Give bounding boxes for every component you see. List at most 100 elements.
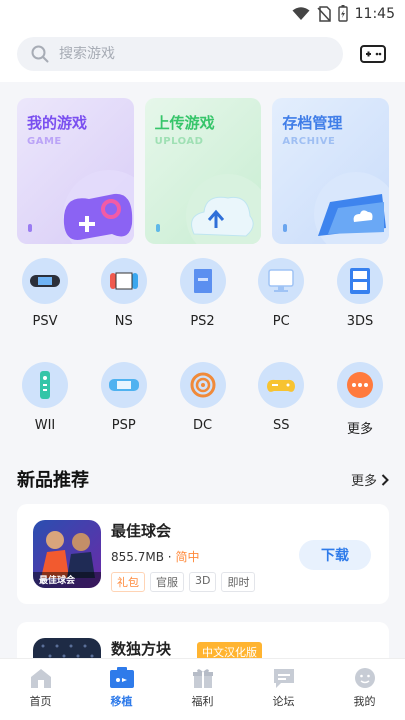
tab-port[interactable]: 移植 <box>81 659 162 720</box>
gamepad-icon[interactable] <box>359 41 387 67</box>
game-card[interactable]: 最佳球会 最佳球会 855.7MB · 简中 礼包 官服 3D 即时 下载 <box>17 504 389 604</box>
wii-remote-icon <box>22 362 68 408</box>
tab-label: 福利 <box>191 695 214 708</box>
bottom-tab-bar: 首页 移植 福利 论坛 我的 <box>0 658 405 720</box>
platform-ns[interactable]: NS <box>85 258 163 362</box>
platform-label: NS <box>114 314 133 329</box>
monitor-icon <box>258 258 305 304</box>
platform-label: 更多 <box>346 422 373 437</box>
platform-wii[interactable]: WII <box>6 362 84 466</box>
game-name: 最佳球会 <box>111 522 172 540</box>
feature-cards: 我的游戏 GAME 上传游戏 UPLOAD 存档管理 ARCHIVE <box>17 98 390 244</box>
card-subtitle: UPLOAD <box>154 136 204 147</box>
tab-benefits[interactable]: 福利 <box>162 659 243 720</box>
chevron-right-icon <box>381 473 389 486</box>
platform-label: PS2 <box>190 314 215 329</box>
game-language: 简中 <box>175 550 200 564</box>
ps2-icon <box>179 258 226 304</box>
more-icon <box>337 362 383 408</box>
platform-grid: PSV NS PS2 PC 3DS WII PSP DC SS 更多 <box>6 258 399 466</box>
card-title: 存档管理 <box>282 114 343 132</box>
switch-icon <box>100 258 147 304</box>
home-icon <box>30 669 51 688</box>
battery-icon <box>337 5 348 22</box>
top-bar <box>0 28 405 82</box>
card-dot <box>28 224 32 232</box>
new-recommend-header: 新品推荐 更多 <box>17 466 389 491</box>
platform-dc[interactable]: DC <box>164 362 242 466</box>
archive-card[interactable]: 存档管理 ARCHIVE <box>272 98 390 244</box>
status-bar: 11:45 <box>0 0 405 28</box>
platform-psp[interactable]: PSP <box>85 362 163 466</box>
profile-icon <box>354 668 375 688</box>
wifi-icon <box>292 6 310 20</box>
saturn-icon <box>258 362 305 408</box>
tag: 即时 <box>221 572 256 592</box>
platform-ss[interactable]: SS <box>242 362 320 466</box>
tab-label: 论坛 <box>272 695 295 708</box>
game-icon: 最佳球会 <box>33 520 101 588</box>
game-name: 数独方块 <box>111 640 172 658</box>
card-title: 上传游戏 <box>154 114 215 132</box>
status-time: 11:45 <box>354 5 395 22</box>
platform-label: 3DS <box>346 314 374 329</box>
gift-icon <box>192 669 213 688</box>
platform-label: PSV <box>32 314 58 329</box>
dreamcast-icon <box>179 362 226 408</box>
platform-3ds[interactable]: 3DS <box>321 258 399 362</box>
tab-home[interactable]: 首页 <box>0 659 81 720</box>
port-icon <box>109 667 134 688</box>
game-size: 855.7MB <box>111 550 164 564</box>
platform-label: PC <box>272 314 290 329</box>
upload-cloud-icon <box>186 174 262 244</box>
more-label: 更多 <box>350 474 377 489</box>
no-sim-icon <box>317 5 331 22</box>
game-tags: 礼包 官服 3D 即时 <box>111 572 256 592</box>
tab-forum[interactable]: 论坛 <box>243 659 324 720</box>
game-icon <box>33 638 101 658</box>
forum-icon <box>273 669 294 688</box>
tag: 官服 <box>150 572 184 592</box>
chinese-version-badge: 中文汉化版 <box>197 642 262 658</box>
search-box[interactable] <box>17 37 343 71</box>
platform-row: WII PSP DC SS 更多 <box>6 362 399 466</box>
meta-separator: · <box>167 550 172 564</box>
tab-label: 我的 <box>353 695 376 708</box>
main-content: 我的游戏 GAME 上传游戏 UPLOAD 存档管理 ARCHIVE PSV N… <box>0 82 405 658</box>
search-input[interactable] <box>59 46 299 62</box>
download-button[interactable]: 下载 <box>299 540 371 570</box>
psv-icon <box>22 258 68 304</box>
tag: 3D <box>189 572 217 592</box>
platform-pc[interactable]: PC <box>242 258 320 362</box>
tab-label: 首页 <box>29 695 52 708</box>
card-subtitle: ARCHIVE <box>282 136 336 147</box>
tab-label: 移植 <box>110 695 133 708</box>
section-title: 新品推荐 <box>17 470 89 491</box>
search-icon <box>31 45 49 63</box>
platform-label: PSP <box>111 418 136 433</box>
more-link[interactable]: 更多 <box>351 470 389 489</box>
psp-icon <box>100 362 147 408</box>
controller-icon <box>62 170 134 244</box>
platform-label: WII <box>34 418 56 433</box>
game-icon-label: 最佳球会 <box>39 574 76 586</box>
platform-row: PSV NS PS2 PC 3DS <box>6 258 399 362</box>
platform-psv[interactable]: PSV <box>6 258 84 362</box>
3ds-icon <box>337 258 383 304</box>
platform-ps2[interactable]: PS2 <box>164 258 242 362</box>
status-icons: 11:45 <box>292 5 395 22</box>
card-subtitle: GAME <box>27 136 62 147</box>
platform-label: SS <box>272 418 290 433</box>
upload-game-card[interactable]: 上传游戏 UPLOAD <box>144 98 262 244</box>
game-meta: 855.7MB · 简中 <box>111 548 199 565</box>
card-title: 我的游戏 <box>27 114 88 132</box>
platform-label: DC <box>192 418 213 433</box>
my-games-card[interactable]: 我的游戏 GAME <box>17 98 134 244</box>
card-dot <box>283 224 288 232</box>
platform-more[interactable]: 更多 <box>321 362 399 466</box>
card-dot <box>155 224 160 232</box>
folder-icon <box>314 172 390 244</box>
tab-mine[interactable]: 我的 <box>324 659 405 720</box>
game-card[interactable]: 数独方块 中文汉化版 <box>17 622 389 658</box>
tag: 礼包 <box>111 572 145 592</box>
